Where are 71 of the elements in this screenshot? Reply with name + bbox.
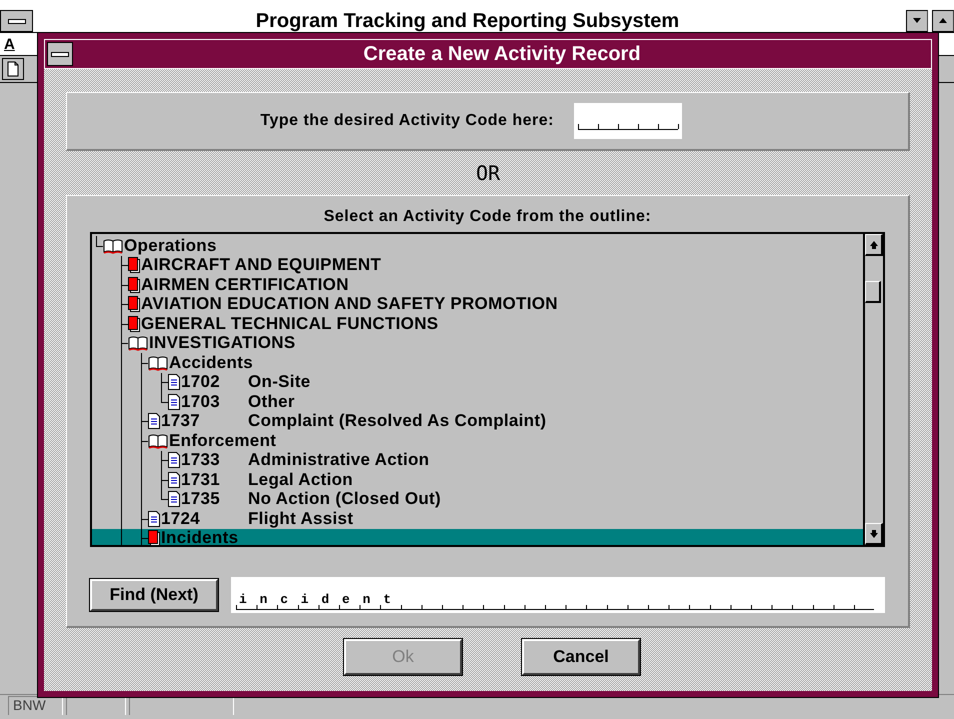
activity-name: Flight Assist: [247, 508, 354, 529]
document-icon: [168, 374, 180, 390]
status-text: BNW: [13, 697, 46, 713]
page-icon: [7, 61, 19, 77]
activity-code: 1737: [160, 411, 202, 432]
tree-item[interactable]: INVESTIGATIONS: [92, 334, 863, 353]
document-icon: [168, 491, 180, 508]
window-title: Program Tracking and Reporting Subsystem: [254, 10, 680, 32]
tree-item[interactable]: 1703 Other: [92, 392, 863, 412]
find-next-button[interactable]: Find (Next): [90, 579, 218, 611]
node-label: GENERAL TECHNICAL FUNCTIONS: [140, 314, 438, 334]
node-label: AVIATION EDUCATION AND SAFETY PROMOTION: [140, 294, 558, 314]
tree-item[interactable]: Enforcement: [92, 431, 863, 450]
menu-item[interactable]: A: [4, 36, 15, 52]
tree-item[interactable]: AVIATION EDUCATION AND SAFETY PROMOTION: [92, 294, 863, 314]
maximize-button[interactable]: [932, 10, 954, 32]
node-label: Accidents: [168, 352, 253, 373]
tree-item[interactable]: 1731 Legal Action: [92, 470, 863, 490]
tree-item[interactable]: GENERAL TECHNICAL FUNCTIONS: [92, 314, 863, 334]
node-label: AIRCRAFT AND EQUIPMENT: [140, 255, 382, 276]
activity-name: Complaint (Resolved As Complaint): [247, 411, 546, 432]
activity-code: 1731: [180, 470, 222, 490]
activity-name: Other: [247, 392, 295, 412]
dialog-title: Create a New Activity Record: [362, 42, 642, 66]
scrollbar[interactable]: [863, 234, 883, 545]
document-icon: [168, 394, 180, 410]
search-field[interactable]: incident: [231, 577, 885, 613]
field-label: Type the desired Activity Code here:: [260, 112, 554, 130]
scroll-down-button[interactable]: [865, 523, 883, 545]
document-icon: [148, 510, 160, 527]
tree-item[interactable]: 1737 Complaint (Resolved As Complaint): [92, 412, 863, 431]
scroll-thumb[interactable]: [865, 281, 881, 303]
tree-item[interactable]: Incidents: [92, 528, 863, 545]
activity-name: Legal Action: [247, 470, 353, 490]
up-arrow-icon: [868, 240, 878, 250]
node-label: Incidents: [160, 528, 238, 545]
dialog-button[interactable]: Cancel: [522, 639, 640, 675]
activity-code: 1703: [180, 392, 222, 412]
up-arrow-icon: [938, 18, 948, 24]
down-arrow-icon: [912, 18, 922, 24]
node-label: INVESTIGATIONS: [148, 333, 296, 354]
activity-name: No Action (Closed Out): [247, 489, 441, 510]
document-icon: [168, 452, 180, 468]
tree-item[interactable]: 1724 Flight Assist: [92, 509, 863, 528]
scroll-up-button[interactable]: [865, 234, 883, 256]
tree-item[interactable]: Accidents: [92, 353, 863, 372]
activity-name: On-Site: [247, 372, 311, 392]
minimize-button[interactable]: [906, 10, 928, 32]
activity-code: 1724: [160, 508, 202, 529]
outline-label: Select an Activity Code from the outline:: [322, 208, 652, 226]
tree-item[interactable]: AIRMEN CERTIFICATION: [92, 275, 863, 294]
node-label: Enforcement: [168, 430, 276, 451]
activity-code: 1702: [180, 372, 222, 392]
activity-name: Administrative Action: [247, 450, 430, 470]
tree-item[interactable]: AIRCRAFT AND EQUIPMENT: [92, 256, 863, 275]
tree-item[interactable]: 1733 Administrative Action: [92, 450, 863, 470]
node-label: Operations: [123, 236, 217, 256]
document-icon: [148, 413, 160, 430]
system-menu-button[interactable]: [0, 10, 33, 32]
document-icon: [168, 472, 180, 488]
tree-item[interactable]: 1702 On-Site: [92, 372, 863, 392]
tree-item[interactable]: 1735 No Action (Closed Out): [92, 490, 863, 509]
activity-code-field[interactable]: [574, 103, 682, 139]
down-arrow-icon: [868, 528, 878, 538]
node-label: AIRMEN CERTIFICATION: [140, 274, 349, 295]
separator-text: OR: [474, 160, 502, 187]
tree-item[interactable]: Operations: [92, 236, 863, 256]
system-menu-button[interactable]: [47, 42, 73, 66]
activity-code: 1733: [180, 450, 222, 470]
new-document-button[interactable]: [2, 58, 24, 80]
activity-code: 1735: [180, 489, 222, 510]
